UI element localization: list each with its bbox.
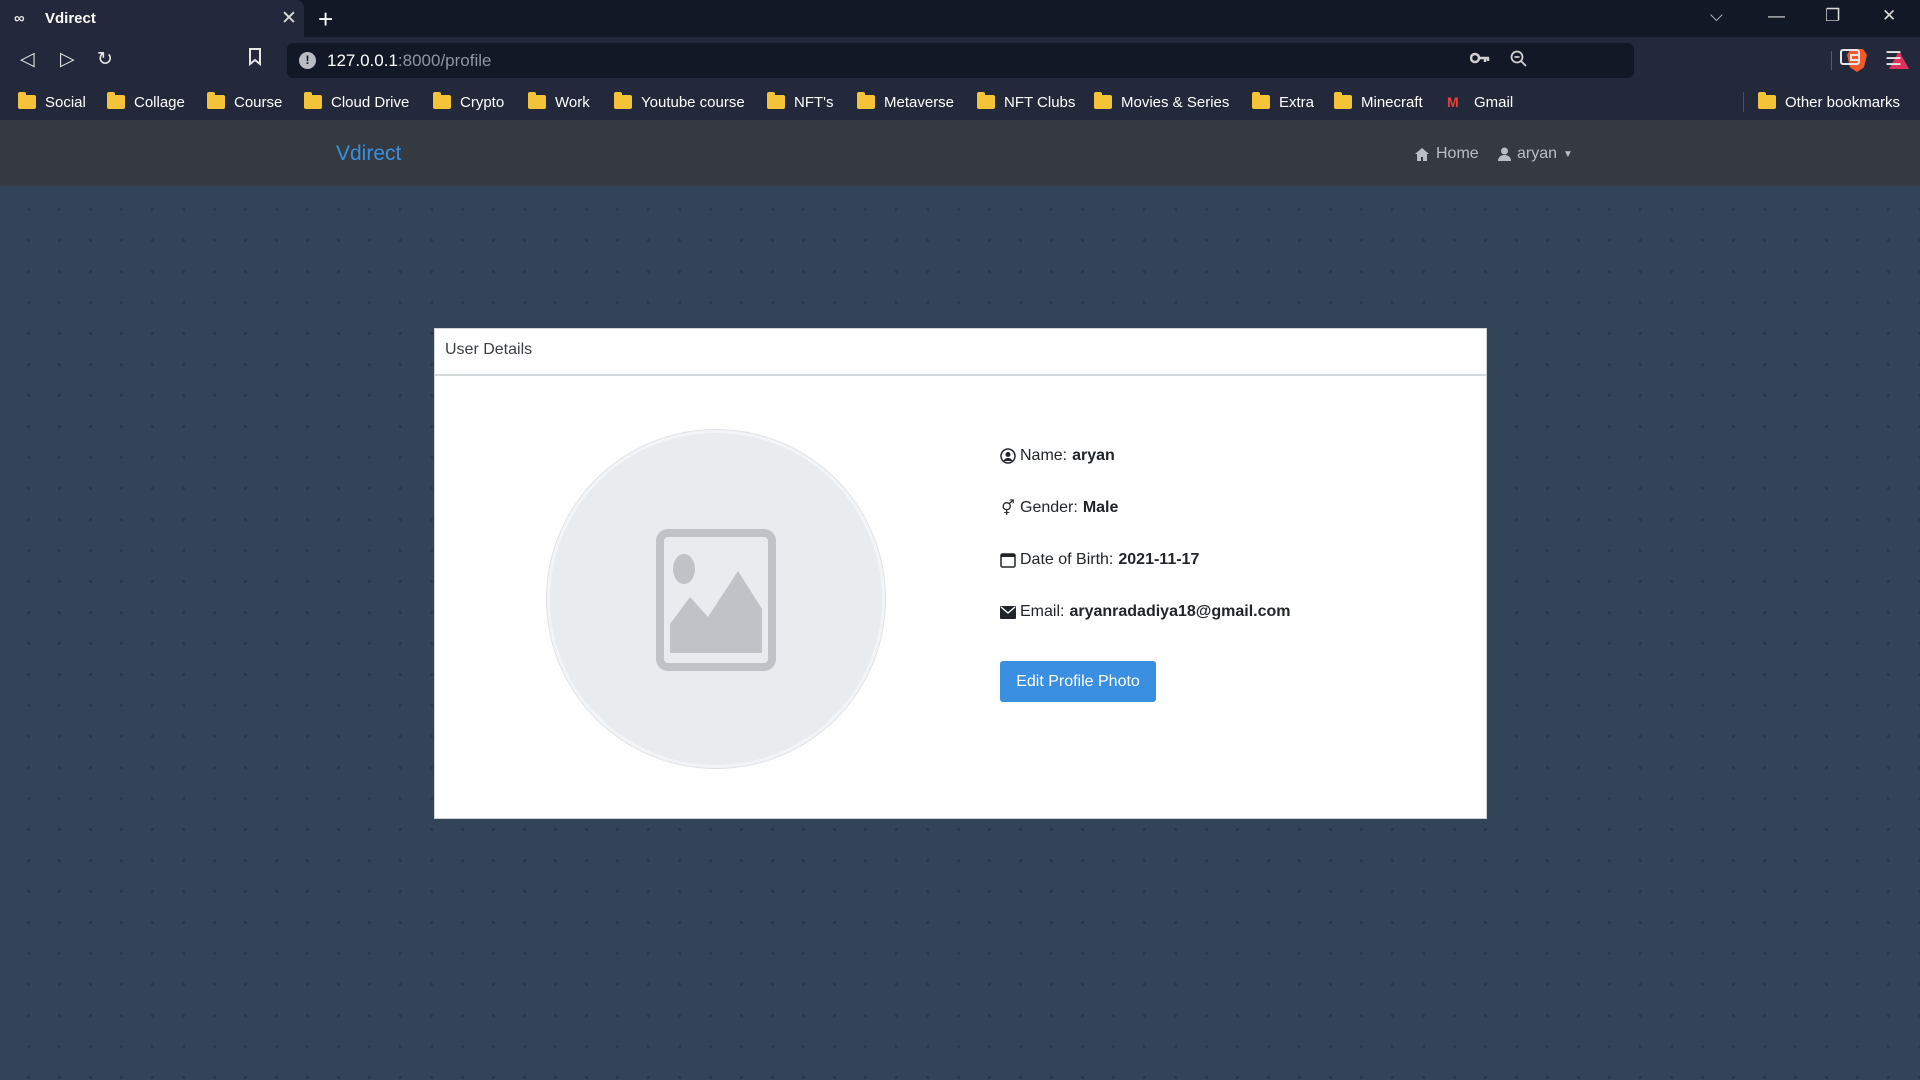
folder-icon [433,92,451,109]
envelope-icon [1000,604,1016,620]
gmail-icon: M [1447,94,1459,110]
bookmarks-bar: Social Collage Course Cloud Drive Crypto… [0,83,1920,120]
detail-dob: Date of Birth: 2021-11-17 [1000,551,1199,569]
email-value: aryanradadiya18@gmail.com [1069,603,1291,620]
site-navbar: Vdirect Home aryan ▼ [0,120,1920,186]
home-icon [1415,147,1429,161]
bookmark-youtube-course[interactable]: Youtube course [614,91,745,113]
folder-icon [18,92,36,109]
dob-label: Date of Birth: [1020,551,1114,568]
minimize-icon[interactable]: — [1768,6,1785,26]
bookmark-nfts[interactable]: NFT's [767,91,834,113]
bookmark-metaverse[interactable]: Metaverse [857,91,954,113]
email-label: Email: [1020,603,1065,620]
restore-icon[interactable]: ❐ [1825,6,1840,26]
site-brand[interactable]: Vdirect [336,142,401,166]
edit-profile-photo-button[interactable]: Edit Profile Photo [1000,661,1156,702]
tab-search-icon[interactable]: ⌵ [1710,6,1723,26]
nav-user-label: aryan [1517,145,1558,162]
folder-icon [1334,92,1352,109]
detail-name: Name: aryan [1000,447,1115,465]
detail-gender: ⚥ Gender: Male [1000,499,1118,517]
tab-title: Vdirect [45,10,96,27]
browser-tab[interactable]: ∞ Vdirect ✕ [0,0,304,37]
tab-strip: ∞ Vdirect ✕ + ⌵ — ❐ ✕ [0,0,1920,37]
other-bookmarks[interactable]: Other bookmarks [1758,91,1900,113]
folder-icon [1252,92,1270,109]
nav-home-label: Home [1436,145,1479,162]
folder-icon [977,92,995,109]
bookmark-minecraft[interactable]: Minecraft [1334,91,1423,113]
folder-icon [767,92,785,109]
name-label: Name: [1020,447,1068,464]
bookmark-extra[interactable]: Extra [1252,91,1314,113]
gender-label: Gender: [1020,499,1078,516]
bookmark-nft-clubs[interactable]: NFT Clubs [977,91,1075,113]
bookmark-gmail[interactable]: M Gmail [1447,91,1513,113]
folder-icon [614,92,632,109]
page-viewport: Vdirect Home aryan ▼ User Details Name: … [0,120,1920,1080]
bookmark-social[interactable]: Social [18,91,86,113]
site-info-icon[interactable]: ! [299,52,316,69]
card-header: User Details [435,329,1486,376]
url-text[interactable]: 127.0.0.1:8000/profile [327,51,491,71]
reload-icon[interactable]: ↻ [97,48,113,71]
user-details-card: User Details Name: aryan ⚥ Gender: Male [434,328,1487,819]
close-window-icon[interactable]: ✕ [1882,6,1896,26]
folder-icon [1758,92,1776,109]
caret-down-icon: ▼ [1563,148,1573,160]
browser-toolbar: ◁ ▷ ↻ ! 127.0.0.1:8000/profile ☰ [0,37,1920,83]
bookmark-icon[interactable] [248,48,262,72]
forward-icon[interactable]: ▷ [60,48,75,71]
profile-photo [547,430,885,768]
key-icon[interactable] [1469,50,1490,70]
bookmark-crypto[interactable]: Crypto [433,91,504,113]
infinity-icon: ∞ [14,10,25,27]
bookmarks-divider [1743,92,1744,112]
bookmark-course[interactable]: Course [207,91,282,113]
image-placeholder-icon [656,529,776,671]
nav-user-dropdown[interactable]: aryan ▼ [1498,145,1573,163]
back-icon[interactable]: ◁ [20,48,35,71]
close-tab-icon[interactable]: ✕ [281,7,297,30]
user-icon [1498,147,1511,161]
new-tab-button[interactable]: + [318,4,333,35]
gender-icon: ⚥ [1001,500,1015,517]
detail-email: Email: aryanradadiya18@gmail.com [1000,603,1291,621]
dob-value: 2021-11-17 [1118,551,1200,568]
bookmark-work[interactable]: Work [528,91,590,113]
folder-icon [207,92,225,109]
folder-icon [1094,92,1112,109]
bookmark-cloud-drive[interactable]: Cloud Drive [304,91,409,113]
folder-icon [857,92,875,109]
bookmark-movies-series[interactable]: Movies & Series [1094,91,1229,113]
zoom-icon[interactable] [1510,50,1528,73]
address-bar[interactable]: ! 127.0.0.1:8000/profile [287,43,1909,78]
calendar-icon [1000,552,1016,568]
bookmark-collage[interactable]: Collage [107,91,185,113]
gender-value: Male [1082,499,1119,516]
wallet-icon[interactable] [1840,48,1860,71]
folder-icon [528,92,546,109]
omnibox-divider [1831,51,1832,70]
menu-icon[interactable]: ☰ [1885,48,1902,71]
folder-icon [304,92,322,109]
nav-home-link[interactable]: Home [1414,145,1479,163]
folder-icon [107,92,125,109]
name-value: aryan [1072,447,1115,464]
user-circle-icon [1000,448,1016,464]
